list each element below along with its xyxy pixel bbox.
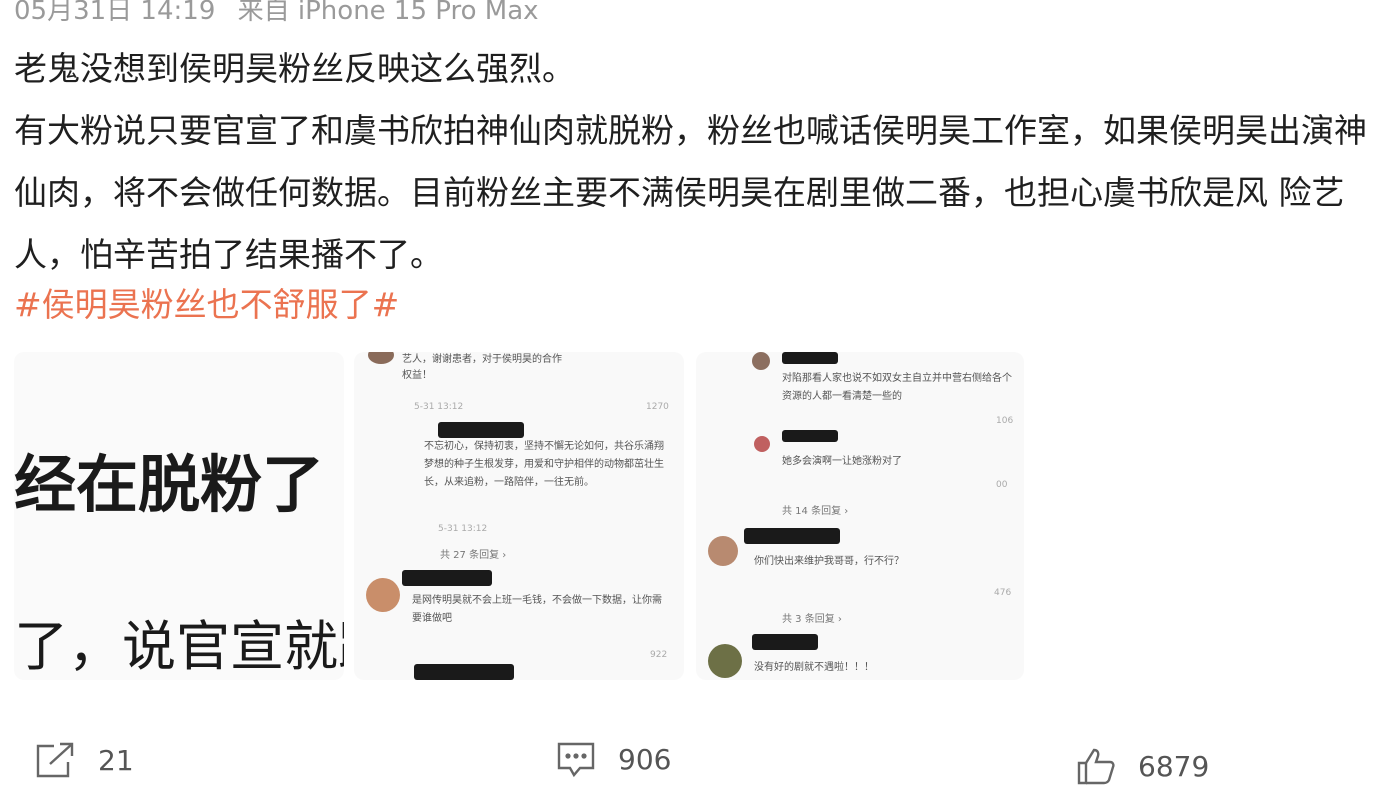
redacted-username	[782, 430, 838, 442]
post-date: 05月31日 14:19	[14, 0, 216, 26]
image1-text-line-1: 经在脱粉了	[14, 448, 325, 521]
image3-comment-2-replies: 共 14 条回复 ›	[782, 506, 849, 517]
redacted-username	[414, 664, 514, 680]
action-bar: 21 906 6879	[0, 740, 1396, 790]
image3-comment-1: 对陷那看人家也说不如双女主自立并中营右侧给各个资源的人都一看清楚一些的	[782, 373, 1012, 402]
share-button[interactable]: 21	[34, 740, 134, 780]
image3-comment-2: 她多会演啊一让她涨粉对了	[782, 456, 902, 467]
post-body: 老鬼没想到侯明昊粉丝反映这么强烈。 有大粉说只要官宣了和虞书欣拍神仙肉就脱粉，粉…	[14, 38, 1374, 286]
redacted-username	[752, 634, 818, 650]
comment-count: 906	[618, 742, 672, 776]
image3-comment-2-likes: 00	[996, 480, 1008, 490]
post-line-2: 有大粉说只要官宣了和虞书欣拍神仙肉就脱粉，粉丝也喊话侯明昊工作室，如果侯明昊出演…	[14, 111, 1367, 274]
image2-comment-1-meta: 5-31 13:12	[438, 524, 488, 534]
redacted-username	[402, 570, 492, 586]
image-thumbnail-1[interactable]: 经在脱粉了 了，说官宣就跟	[14, 352, 344, 680]
redacted-username	[744, 528, 840, 544]
image2-top-likes: 1270	[646, 402, 669, 412]
redacted-username	[782, 352, 838, 364]
image-thumbnail-2[interactable]: 艺人，谢谢患者，对于侯明昊的合作 权益！ 5-31 13:12 1270 不忘初…	[354, 352, 684, 680]
redacted-username	[438, 422, 524, 438]
share-count: 21	[98, 743, 134, 777]
image-thumbnail-3[interactable]: 对陷那看人家也说不如双女主自立并中营右侧给各个资源的人都一看清楚一些的 106 …	[696, 352, 1024, 680]
image1-text-line-2: 了，说官宣就跟	[14, 615, 344, 678]
like-button[interactable]: 6879	[1076, 746, 1209, 786]
image2-comment-2-likes: 922	[650, 650, 668, 660]
image2-top-meta: 5-31 13:12	[414, 402, 464, 412]
image3-comment-1-likes: 106	[996, 416, 1014, 426]
commenter-avatar	[752, 352, 770, 370]
image2-comment-1: 不忘初心，保持初衷，坚持不懈无论如何，共谷乐涌翔梦想的种子生根发芽，用爱和守护相…	[424, 441, 664, 488]
commenter-avatar	[754, 436, 770, 452]
post-meta: 05月31日 14:19 来自 iPhone 15 Pro Max	[14, 0, 553, 27]
commenter-avatar	[708, 536, 738, 566]
thumbs-up-icon	[1077, 748, 1115, 785]
share-icon	[36, 742, 74, 778]
image3-comment-3: 你们快出来维护我哥哥，行不行？	[754, 556, 904, 567]
comment-icon	[557, 742, 595, 778]
image2-top-text: 艺人，谢谢患者，对于侯明昊的合作	[402, 354, 562, 365]
image3-comment-4: 没有好的剧就不遇啦！！！	[754, 662, 874, 673]
image2-comment-2: 是网传明昊就不会上班一毛钱，不会做一下数据，让你需要谁做吧	[412, 595, 662, 624]
hashtag-link[interactable]: #侯明昊粉丝也不舒服了#	[14, 280, 399, 330]
image2-comment-1-replies: 共 27 条回复 ›	[440, 550, 507, 561]
image3-comment-3-replies: 共 3 条回复 ›	[782, 614, 842, 625]
comment-button[interactable]: 906	[556, 740, 671, 778]
commenter-avatar	[368, 352, 394, 364]
image3-comment-3-likes: 476	[994, 588, 1012, 598]
like-count: 6879	[1138, 749, 1210, 783]
image2-top-text-2: 权益！	[402, 370, 432, 381]
commenter-avatar	[708, 644, 742, 678]
post-source: 来自 iPhone 15 Pro Max	[237, 0, 539, 26]
post-line-1: 老鬼没想到侯明昊粉丝反映这么强烈。	[14, 49, 575, 88]
commenter-avatar	[366, 578, 400, 612]
